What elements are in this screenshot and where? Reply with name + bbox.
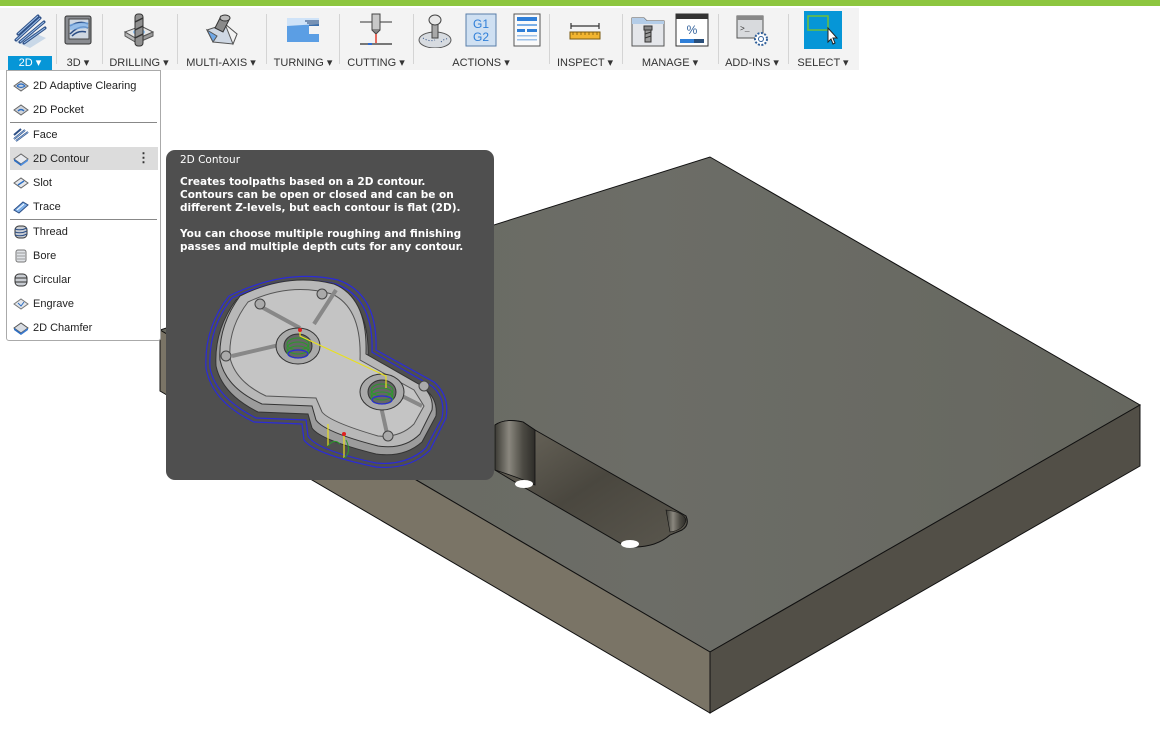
task-manager-icon[interactable]: % xyxy=(674,12,710,48)
tooltip-paragraph: Creates toolpaths based on a 2D contour.… xyxy=(180,176,461,214)
toolbar-group-actions[interactable]: G1 G2 ACTIONS ▾ xyxy=(416,8,546,70)
turning-icon[interactable] xyxy=(285,12,321,48)
toolbar-separator xyxy=(413,14,414,64)
cam-toolbar: 2D ▾ 3D ▾ DRILLING ▾ MULTI-AXIS ▾ TURNIN… xyxy=(0,8,859,70)
menu-item-2d-adaptive-clearing[interactable]: 2D Adaptive Clearing xyxy=(10,74,158,97)
toolbar-separator xyxy=(718,14,719,64)
toolbar-label[interactable]: 2D ▾ xyxy=(8,56,52,70)
toolbar-label[interactable]: ACTIONS ▾ xyxy=(416,56,546,70)
menu-item-label: 2D Contour xyxy=(33,152,90,165)
toolbar-label[interactable]: DRILLING ▾ xyxy=(104,56,174,70)
svg-text:G1: G1 xyxy=(473,17,489,31)
tool-library-icon[interactable] xyxy=(630,12,666,48)
menu-item-face[interactable]: Face xyxy=(10,123,158,146)
menu-item-trace[interactable]: Trace xyxy=(10,195,158,218)
menu-item-label: 2D Pocket xyxy=(33,103,84,116)
engrave-icon xyxy=(13,297,29,310)
toolbar-separator xyxy=(102,14,103,64)
toolbar-group-drilling[interactable]: DRILLING ▾ xyxy=(104,8,174,70)
toolbar-group-3d[interactable]: 3D ▾ xyxy=(58,8,98,70)
toolbar-label[interactable]: SELECT ▾ xyxy=(792,56,854,70)
toolbar-label[interactable]: MANAGE ▾ xyxy=(625,56,715,70)
menu-item-engrave[interactable]: Engrave xyxy=(10,292,158,315)
adaptive-clearing-icon xyxy=(13,79,29,92)
more-options-icon[interactable]: ⋮ xyxy=(137,150,150,166)
trace-icon xyxy=(13,200,29,214)
tooltip-2d-contour: 2D Contour Creates toolpaths based on a … xyxy=(166,150,494,480)
menu-item-label: Trace xyxy=(33,200,61,213)
drill-icon[interactable] xyxy=(121,12,157,48)
post-process-icon[interactable]: G1 G2 xyxy=(463,12,499,48)
svg-text:%: % xyxy=(687,23,698,37)
part-model xyxy=(215,279,437,459)
measure-icon[interactable] xyxy=(567,12,603,48)
toolbar-group-2d[interactable]: 2D ▾ xyxy=(8,8,52,70)
toolbar-separator xyxy=(56,14,57,64)
toolbar-separator xyxy=(788,14,789,64)
menu-item-label: Slot xyxy=(33,176,52,189)
toolbar-group-add-ins[interactable]: >_ ADD-INS ▾ xyxy=(721,8,783,70)
toolbar-group-select[interactable]: SELECT ▾ xyxy=(792,8,854,70)
multi-axis-icon[interactable] xyxy=(203,12,239,48)
svg-text:>_: >_ xyxy=(740,25,750,34)
select-icon[interactable] xyxy=(804,11,842,49)
tooltip-title: 2D Contour xyxy=(180,154,241,166)
cutting-icon[interactable] xyxy=(358,12,394,48)
menu-item-bore[interactable]: Bore xyxy=(10,244,158,267)
tooltip-body: Creates toolpaths based on a 2D contour.… xyxy=(180,176,480,267)
toolbar-separator xyxy=(339,14,340,64)
menu-item-label: Face xyxy=(33,128,58,141)
toolbar-label[interactable]: 3D ▾ xyxy=(58,56,98,70)
toolbar-group-inspect[interactable]: INSPECT ▾ xyxy=(552,8,618,70)
menu-item-2d-chamfer[interactable]: 2D Chamfer xyxy=(10,316,158,339)
menu-item-label: 2D Adaptive Clearing xyxy=(33,79,137,92)
menu-item-thread[interactable]: Thread xyxy=(10,220,158,243)
setup-sheet-icon[interactable] xyxy=(509,12,545,48)
menu-item-label: Bore xyxy=(33,249,57,262)
toolbar-separator xyxy=(266,14,267,64)
toolbar-group-manage[interactable]: % MANAGE ▾ xyxy=(625,8,715,70)
tooltip-paragraph: You can choose multiple roughing and fin… xyxy=(180,228,464,253)
chamfer-icon xyxy=(13,321,29,335)
toolbar-label[interactable]: INSPECT ▾ xyxy=(552,56,618,70)
menu-item-slot[interactable]: Slot xyxy=(10,171,158,194)
toolbar-group-turning[interactable]: TURNING ▾ xyxy=(270,8,336,70)
bore-icon xyxy=(15,249,27,262)
menu-item-2d-contour[interactable]: 2D Contour ⋮ xyxy=(10,147,158,170)
menu-item-2d-pocket[interactable]: 2D Pocket xyxy=(10,98,158,121)
toolbar-group-multi-axis[interactable]: MULTI-AXIS ▾ xyxy=(182,8,260,70)
svg-text:G2: G2 xyxy=(473,30,489,44)
2d-milling-icon[interactable] xyxy=(12,12,48,48)
toolbar-separator xyxy=(622,14,623,64)
toolbar-label[interactable]: TURNING ▾ xyxy=(270,56,336,70)
contour-preview-image xyxy=(205,275,448,468)
face-icon xyxy=(13,127,29,142)
pocket-icon xyxy=(13,103,29,116)
toolbar-label[interactable]: CUTTING ▾ xyxy=(343,56,409,70)
toolbar-label[interactable]: MULTI-AXIS ▾ xyxy=(182,56,260,70)
thread-icon xyxy=(14,225,28,238)
circular-icon xyxy=(14,273,28,286)
contour-icon xyxy=(13,152,29,166)
menu-item-label: Circular xyxy=(33,273,71,286)
toolbar-group-cutting[interactable]: CUTTING ▾ xyxy=(343,8,409,70)
toolbar-separator xyxy=(177,14,178,64)
toolbar-separator xyxy=(549,14,550,64)
toolbar-label[interactable]: ADD-INS ▾ xyxy=(721,56,783,70)
3d-milling-icon[interactable] xyxy=(60,12,96,48)
menu-item-circular[interactable]: Circular xyxy=(10,268,158,291)
scripts-addins-icon[interactable]: >_ xyxy=(734,12,770,48)
2d-dropdown-menu: 2D Adaptive Clearing 2D Pocket Face 2D C… xyxy=(6,70,161,341)
slot-icon xyxy=(13,176,29,189)
menu-item-label: Engrave xyxy=(33,297,74,310)
simulate-icon[interactable] xyxy=(417,12,453,49)
menu-item-label: Thread xyxy=(33,225,68,238)
menu-item-label: 2D Chamfer xyxy=(33,321,93,334)
